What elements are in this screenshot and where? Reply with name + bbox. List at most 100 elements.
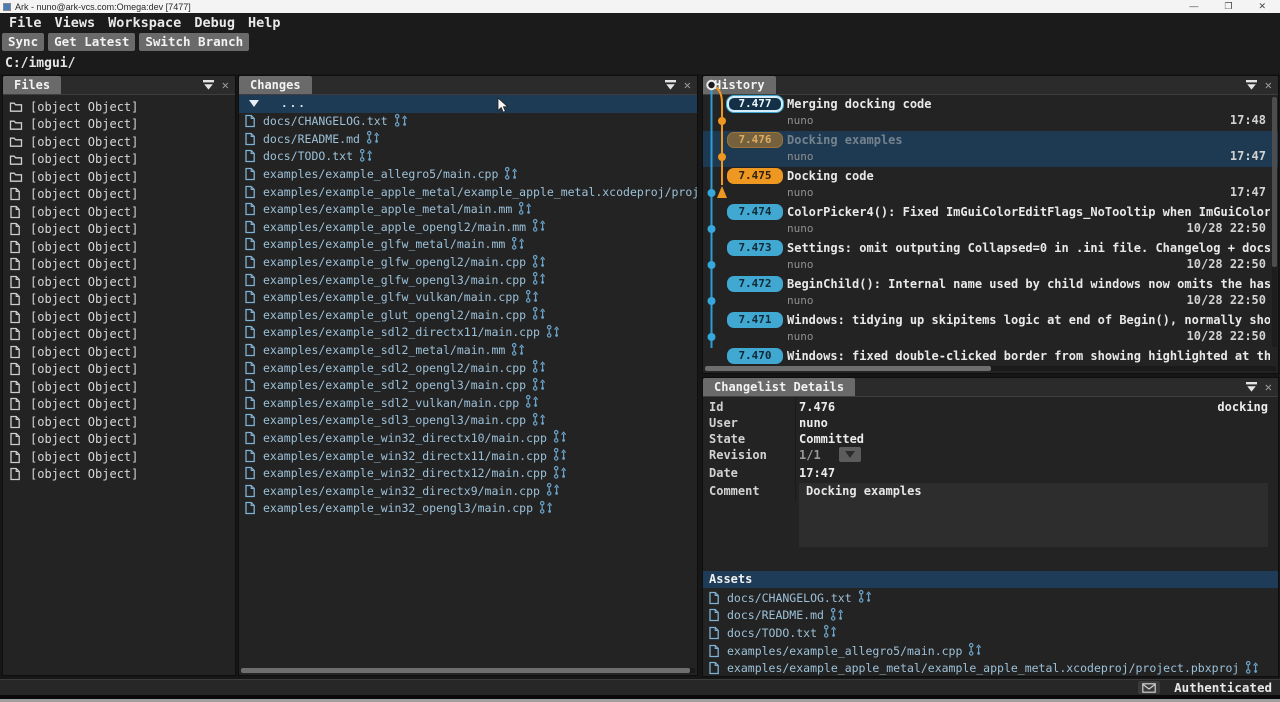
close-button[interactable]: ✕	[1258, 1, 1266, 12]
changed-file-row[interactable]: examples/example_sdl2_opengl3/main.cpp	[239, 376, 697, 394]
file-tree-item[interactable]: [object Object]	[3, 378, 235, 396]
close-panel-icon[interactable]: ✕	[222, 79, 229, 91]
file-name: [object Object]	[30, 345, 138, 359]
revision-dropdown[interactable]	[839, 447, 861, 462]
file-tree-item[interactable]: [object Object]	[3, 361, 235, 379]
file-tree-item[interactable]: [object Object]	[3, 448, 235, 466]
file-tree-item[interactable]: [object Object]	[3, 168, 235, 186]
menu-item[interactable]: Help	[248, 15, 281, 31]
close-panel-icon[interactable]: ✕	[1265, 79, 1272, 91]
file-tree-item[interactable]: [object Object]	[3, 273, 235, 291]
scrollbar-handle[interactable]	[241, 668, 690, 673]
asset-row[interactable]: docs/README.md	[703, 607, 1278, 625]
changed-file-row[interactable]: examples/example_allegro5/main.cpp	[239, 165, 697, 183]
menu-item[interactable]: Workspace	[108, 15, 181, 31]
filter-icon[interactable]	[202, 79, 215, 91]
tab-changelist-details[interactable]: Changelist Details	[703, 378, 855, 396]
file-tree-item[interactable]: [object Object]	[3, 116, 235, 134]
commit-row[interactable]: 7.477 Merging docking code nuno 17:48	[703, 95, 1278, 131]
commit-row[interactable]: 7.476 Docking examples nuno 17:47	[703, 131, 1278, 167]
changed-file-row[interactable]: examples/example_glfw_vulkan/main.cpp	[239, 288, 697, 306]
changed-file-row[interactable]: examples/example_win32_directx12/main.cp…	[239, 464, 697, 482]
menu-item[interactable]: Views	[55, 15, 96, 31]
commit-time: 10/28 22:50	[1187, 328, 1266, 345]
file-tree-item[interactable]: [object Object]	[3, 396, 235, 414]
changed-file-row[interactable]: examples/example_glut_opengl2/main.cpp	[239, 306, 697, 324]
file-tree-item[interactable]: [object Object]	[3, 326, 235, 344]
history-v-scrollbar[interactable]	[1272, 97, 1277, 347]
file-tree-item[interactable]: [object Object]	[3, 256, 235, 274]
filter-icon[interactable]	[664, 79, 677, 91]
file-tree-item[interactable]: [object Object]	[3, 221, 235, 239]
filter-icon[interactable]	[1245, 381, 1258, 393]
scrollbar-handle[interactable]	[705, 366, 991, 371]
close-panel-icon[interactable]: ✕	[684, 79, 691, 91]
changed-file-row[interactable]: examples/example_sdl2_opengl2/main.cpp	[239, 359, 697, 377]
commit-row[interactable]: 7.475 Docking code nuno 17:47	[703, 167, 1278, 203]
file-tree-item[interactable]: [object Object]	[3, 413, 235, 431]
changes-h-scrollbar[interactable]	[241, 668, 695, 673]
history-h-scrollbar[interactable]	[705, 366, 1276, 371]
changed-file-row[interactable]: examples/example_glfw_opengl3/main.cpp	[239, 271, 697, 289]
field-value-user: nuno	[799, 415, 828, 431]
minimize-button[interactable]: —	[1189, 1, 1198, 12]
comment-field[interactable]: Docking examples	[799, 483, 1268, 547]
window-titlebar: Ark - nuno@ark-vcs.com:Omega:dev [7477] …	[0, 0, 1280, 13]
toolbar-button[interactable]: Sync	[2, 33, 44, 51]
tab-files[interactable]: Files	[3, 76, 61, 94]
changed-file-row[interactable]: docs/TODO.txt	[239, 148, 697, 166]
changed-file-row[interactable]: docs/CHANGELOG.txt	[239, 113, 697, 131]
mail-icon[interactable]	[1138, 681, 1160, 694]
asset-row[interactable]: docs/TODO.txt	[703, 624, 1278, 642]
toolbar-button[interactable]: Get Latest	[48, 33, 135, 51]
asset-path: examples/example_allegro5/main.cpp	[727, 644, 962, 658]
commit-row[interactable]: 7.470 Windows: fixed double-clicked bord…	[703, 347, 1278, 367]
changed-file-row[interactable]: examples/example_glfw_metal/main.mm	[239, 236, 697, 254]
maximize-button[interactable]: ❐	[1224, 1, 1232, 12]
file-tree-item[interactable]: [object Object]	[3, 186, 235, 204]
filter-icon[interactable]	[1245, 79, 1258, 91]
file-tree-item[interactable]: [object Object]	[3, 291, 235, 309]
file-tree-item[interactable]: [object Object]	[3, 98, 235, 116]
changed-file-row[interactable]: examples/example_sdl3_opengl3/main.cpp	[239, 412, 697, 430]
changed-file-row[interactable]: examples/example_win32_directx11/main.cp…	[239, 447, 697, 465]
asset-row[interactable]: examples/example_allegro5/main.cpp	[703, 642, 1278, 660]
file-tree-item[interactable]: [object Object]	[3, 466, 235, 484]
asset-row[interactable]: examples/example_apple_metal/example_app…	[703, 659, 1278, 676]
file-tree-item[interactable]: [object Object]	[3, 343, 235, 361]
file-type-icon	[9, 380, 23, 394]
changed-file-row[interactable]: examples/example_win32_opengl3/main.cpp	[239, 500, 697, 518]
diff-icon	[394, 113, 408, 130]
tree-expander-icon[interactable]	[249, 100, 259, 107]
changed-file-row[interactable]: examples/example_sdl2_directx11/main.cpp	[239, 324, 697, 342]
close-panel-icon[interactable]: ✕	[1265, 381, 1272, 393]
commit-row[interactable]: 7.474 ColorPicker4(): Fixed ImGuiColorEd…	[703, 203, 1278, 239]
changed-file-row[interactable]: examples/example_apple_opengl2/main.mm	[239, 218, 697, 236]
menu-item[interactable]: Debug	[194, 15, 235, 31]
file-tree-item[interactable]: [object Object]	[3, 238, 235, 256]
file-icon	[708, 608, 721, 622]
tab-changes[interactable]: Changes	[239, 76, 312, 94]
file-tree-item[interactable]: [object Object]	[3, 431, 235, 449]
toolbar-button[interactable]: Switch Branch	[139, 33, 249, 51]
asset-row[interactable]: docs/CHANGELOG.txt	[703, 589, 1278, 607]
changed-file-row[interactable]: examples/example_win32_directx9/main.cpp	[239, 482, 697, 500]
menu-item[interactable]: File	[9, 15, 42, 31]
file-tree-item[interactable]: [object Object]	[3, 203, 235, 221]
tab-history[interactable]: History	[703, 76, 776, 94]
changed-file-row[interactable]: examples/example_glfw_opengl2/main.cpp	[239, 253, 697, 271]
changed-file-row[interactable]: examples/example_sdl2_metal/main.mm	[239, 341, 697, 359]
changed-file-row[interactable]: examples/example_apple_metal/main.mm	[239, 200, 697, 218]
changes-root-row[interactable]: ...	[239, 95, 697, 113]
commit-row[interactable]: 7.471 Windows: tidying up skipitems logi…	[703, 311, 1278, 347]
commit-row[interactable]: 7.472 BeginChild(): Internal name used b…	[703, 275, 1278, 311]
changed-file-row[interactable]: examples/example_win32_directx10/main.cp…	[239, 429, 697, 447]
changed-file-row[interactable]: examples/example_sdl2_vulkan/main.cpp	[239, 394, 697, 412]
changed-file-row[interactable]: examples/example_apple_metal/example_app…	[239, 183, 697, 201]
commit-row[interactable]: 7.473 Settings: omit outputing Collapsed…	[703, 239, 1278, 275]
changed-file-row[interactable]: docs/README.md	[239, 130, 697, 148]
file-tree-item[interactable]: [object Object]	[3, 151, 235, 169]
file-tree-item[interactable]: [object Object]	[3, 308, 235, 326]
file-tree-item[interactable]: [object Object]	[3, 133, 235, 151]
scrollbar-handle[interactable]	[1272, 97, 1277, 267]
